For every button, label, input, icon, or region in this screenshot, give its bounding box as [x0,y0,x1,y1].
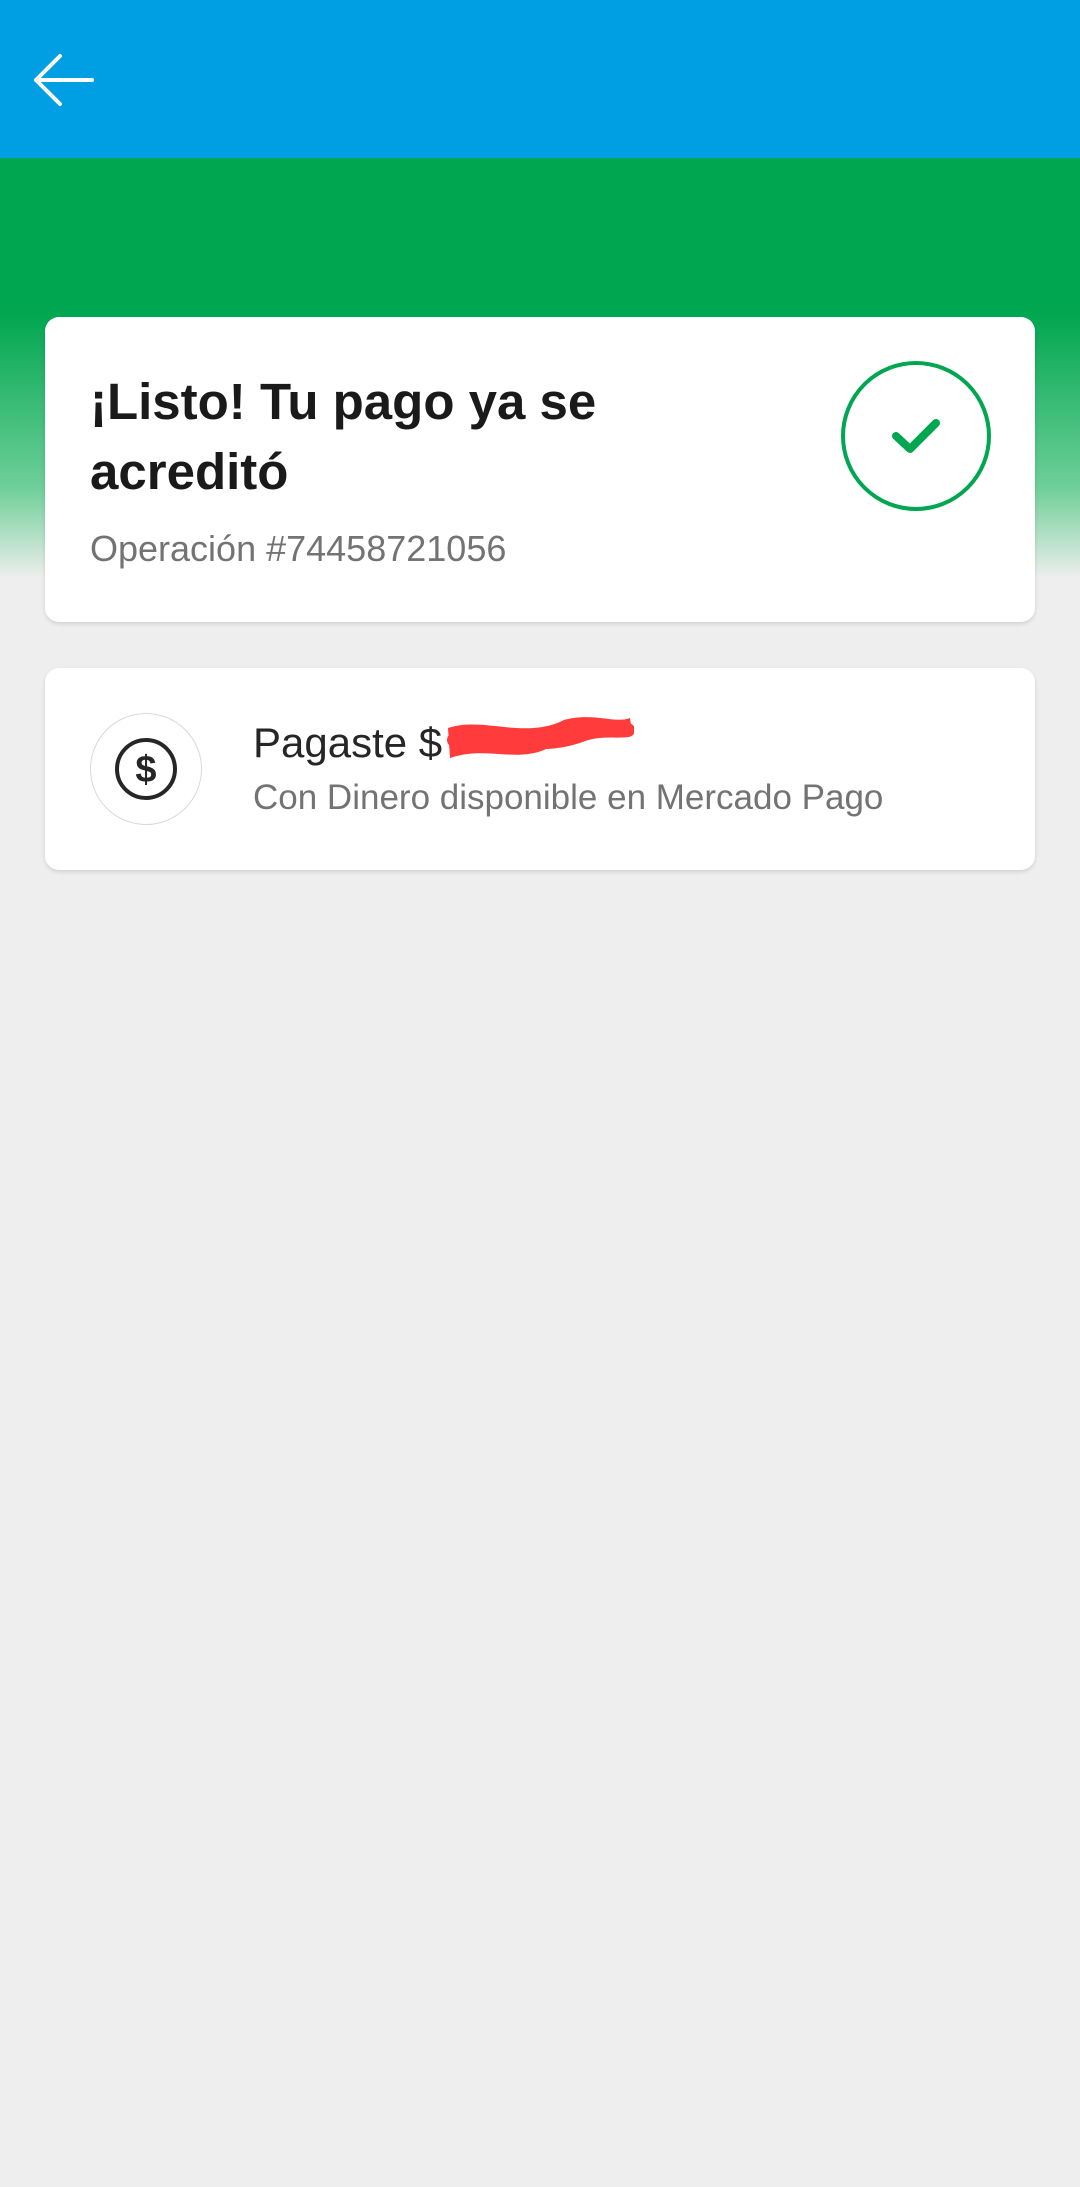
arrow-left-icon [34,54,94,106]
check-icon [892,419,940,453]
operation-number: Operación #74458721056 [90,528,507,569]
amount-redaction-scribble [444,710,636,766]
status-title: ¡Listo! Tu pago ya se acreditó [90,373,597,500]
dollar-sign-icon: $ [115,738,177,800]
check-circle-icon [841,361,991,511]
svg-text:$: $ [135,749,156,791]
back-button[interactable] [30,40,130,120]
payment-amount-label: Pagaste $ [253,719,443,766]
payment-amount: Pagaste $ [253,715,636,774]
dollar-coin-icon: $ [90,713,202,825]
payment-method-text: Con Dinero disponible en Mercado Pago [253,778,884,817]
top-app-bar [0,0,1080,158]
payment-status-card: ¡Listo! Tu pago ya se acreditó Operación… [45,317,1035,622]
payment-method-card: $ Pagaste $ Con Dinero disponible en Mer… [45,668,1035,870]
